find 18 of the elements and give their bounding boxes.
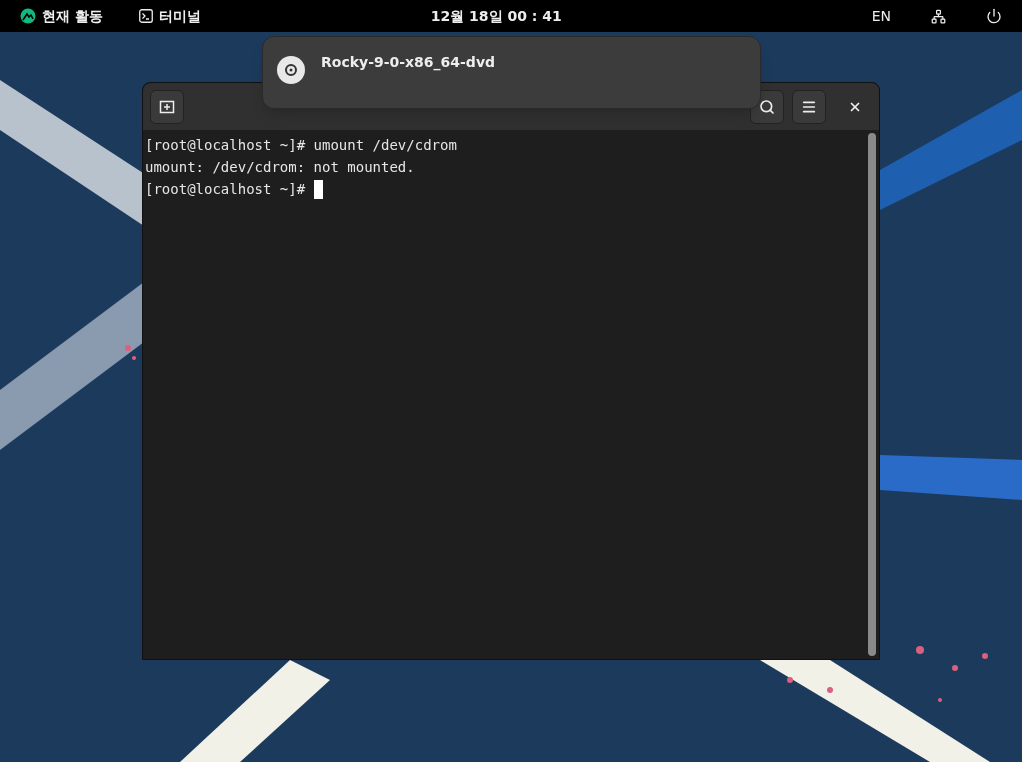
terminal-icon bbox=[138, 9, 153, 23]
disc-icon bbox=[277, 56, 305, 84]
input-source-button[interactable]: EN bbox=[871, 5, 891, 27]
scrollbar[interactable] bbox=[868, 133, 876, 656]
new-tab-button[interactable] bbox=[150, 89, 184, 124]
app-menu-button[interactable]: 터미널 bbox=[138, 5, 201, 27]
terminal-line: umount: /dev/cdrom: not mounted. bbox=[145, 158, 415, 177]
activities-button[interactable]: 현재 활동 bbox=[16, 5, 107, 27]
network-icon[interactable] bbox=[931, 8, 946, 24]
terminal-line: [root@localhost ~]# umount /dev/cdrom bbox=[145, 136, 457, 155]
menu-button[interactable] bbox=[792, 89, 826, 124]
notification-title: Rocky-9-0-x86_64-dvd bbox=[321, 53, 496, 73]
new-tab-icon bbox=[159, 98, 175, 115]
logo-icon bbox=[20, 8, 36, 24]
terminal-line: [root@localhost ~]# bbox=[145, 180, 307, 199]
power-icon[interactable] bbox=[986, 8, 1002, 24]
search-icon bbox=[759, 98, 775, 115]
clock[interactable]: 12월 18일 00 : 41 bbox=[430, 5, 562, 27]
